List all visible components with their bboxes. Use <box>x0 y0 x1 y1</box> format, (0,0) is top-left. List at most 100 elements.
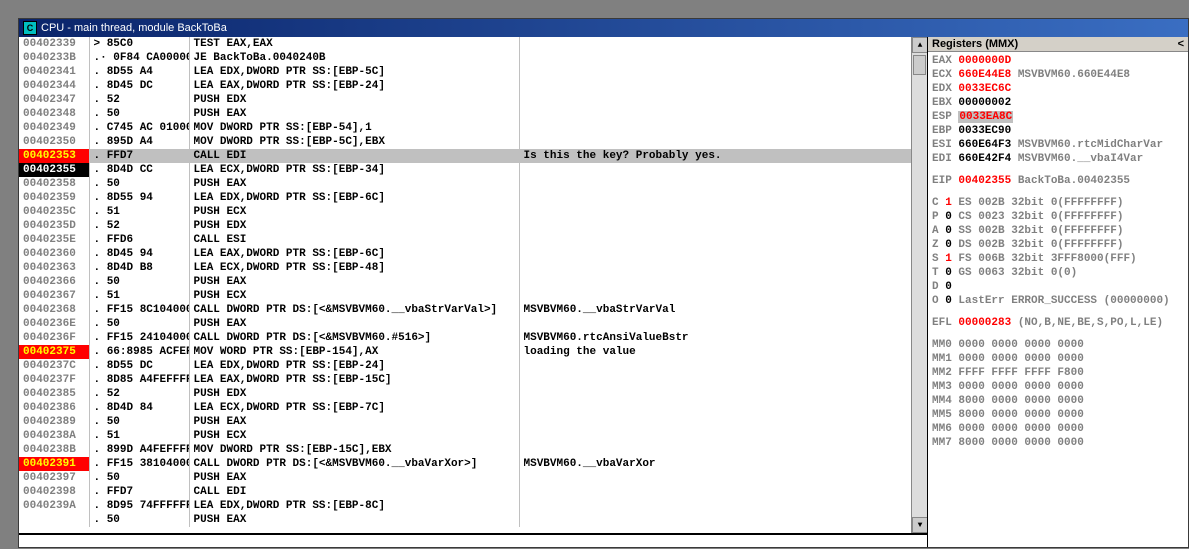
bytes-cell: . FFD7 <box>89 149 189 163</box>
disasm-row[interactable]: 00402397. 50PUSH EAX <box>19 471 927 485</box>
disasm-row[interactable]: 00402349. C745 AC 01000MOV DWORD PTR SS:… <box>19 121 927 135</box>
disasm-row[interactable]: 0040236F. FF15 24104000CALL DWORD PTR DS… <box>19 331 927 345</box>
registers-body[interactable]: EAX 0000000DECX 660E44E8 MSVBVM60.660E44… <box>928 52 1188 452</box>
disasm-row[interactable]: 0040237F. 8D85 A4FEFFFFLEA EAX,DWORD PTR… <box>19 373 927 387</box>
disasm-row[interactable]: 00402363. 8D4D B8LEA ECX,DWORD PTR SS:[E… <box>19 261 927 275</box>
instruction-cell: PUSH EAX <box>189 177 519 191</box>
disasm-row[interactable]: . 50PUSH EAX <box>19 513 927 527</box>
disasm-row[interactable]: 00402358. 50PUSH EAX <box>19 177 927 191</box>
register-line[interactable]: EDI 660E42F4 MSVBVM60.__vbaI4Var <box>932 152 1184 166</box>
disasm-row[interactable]: 00402339> 85C0TEST EAX,EAX <box>19 37 927 51</box>
register-line[interactable]: MM0 0000 0000 0000 0000 <box>932 338 1184 352</box>
address-cell: 00402360 <box>19 247 89 261</box>
registers-pane: Registers (MMX) < EAX 0000000DECX 660E44… <box>928 37 1188 547</box>
titlebar[interactable]: C CPU - main thread, module BackToBa <box>19 19 1188 37</box>
comment-cell <box>519 51 927 65</box>
instruction-cell: CALL EDI <box>189 485 519 499</box>
scroll-down-icon[interactable]: ▼ <box>912 517 927 533</box>
register-line[interactable]: T 0 GS 0063 32bit 0(0) <box>932 266 1184 280</box>
disasm-row[interactable]: 00402353. FFD7CALL EDIIs this the key? P… <box>19 149 927 163</box>
disasm-row[interactable]: 00402341. 8D55 A4LEA EDX,DWORD PTR SS:[E… <box>19 65 927 79</box>
comment-cell: MSVBVM60.__vbaStrVarVal <box>519 303 927 317</box>
register-line[interactable]: ESI 660E64F3 MSVBVM60.rtcMidCharVar <box>932 138 1184 152</box>
disasm-row[interactable]: 00402350. 895D A4MOV DWORD PTR SS:[EBP-5… <box>19 135 927 149</box>
address-cell: 00402385 <box>19 387 89 401</box>
disasm-row[interactable]: 0040235D. 52PUSH EDX <box>19 219 927 233</box>
comment-cell <box>519 177 927 191</box>
register-line[interactable]: MM2 FFFF FFFF FFFF F800 <box>932 366 1184 380</box>
register-line[interactable]: S 1 FS 006B 32bit 3FFF8000(FFF) <box>932 252 1184 266</box>
register-line[interactable]: EDX 0033EC6C <box>932 82 1184 96</box>
comment-cell <box>519 513 927 527</box>
bytes-cell: . 8D45 DC <box>89 79 189 93</box>
instruction-cell: PUSH EAX <box>189 513 519 527</box>
register-line[interactable]: D 0 <box>932 280 1184 294</box>
register-line[interactable]: O 0 LastErr ERROR_SUCCESS (00000000) <box>932 294 1184 308</box>
disasm-row[interactable]: 00402344. 8D45 DCLEA EAX,DWORD PTR SS:[E… <box>19 79 927 93</box>
address-cell: 00402344 <box>19 79 89 93</box>
bytes-cell: . 50 <box>89 415 189 429</box>
register-line[interactable]: MM3 0000 0000 0000 0000 <box>932 380 1184 394</box>
disasm-row[interactable]: 00402366. 50PUSH EAX <box>19 275 927 289</box>
disasm-row[interactable]: 00402385. 52PUSH EDX <box>19 387 927 401</box>
disasm-row[interactable]: 0040233B.∙ 0F84 CA000000JE BackToBa.0040… <box>19 51 927 65</box>
comment-cell <box>519 429 927 443</box>
disasm-row[interactable]: 0040238A. 51PUSH ECX <box>19 429 927 443</box>
register-line[interactable]: EIP 00402355 BackToBa.00402355 <box>932 174 1184 188</box>
bytes-cell: . FF15 8C104000 <box>89 303 189 317</box>
register-line[interactable]: ESP 0033EA8C <box>932 110 1184 124</box>
register-line[interactable]: EBX 00000002 <box>932 96 1184 110</box>
disasm-row[interactable]: 00402391. FF15 38104000CALL DWORD PTR DS… <box>19 457 927 471</box>
disasm-row[interactable]: 00402375. 66:8985 ACFEFMOV WORD PTR SS:[… <box>19 345 927 359</box>
disasm-row[interactable]: 0040236E. 50PUSH EAX <box>19 317 927 331</box>
address-cell: 00402355 <box>19 163 89 177</box>
collapse-icon[interactable]: < <box>1178 38 1184 50</box>
instruction-cell: MOV DWORD PTR SS:[EBP-54],1 <box>189 121 519 135</box>
comment-cell <box>519 107 927 121</box>
register-line[interactable]: MM6 0000 0000 0000 0000 <box>932 422 1184 436</box>
register-line[interactable]: MM5 8000 0000 0000 0000 <box>932 408 1184 422</box>
register-line[interactable]: MM4 8000 0000 0000 0000 <box>932 394 1184 408</box>
bytes-cell: . 51 <box>89 289 189 303</box>
disasm-row[interactable]: 00402359. 8D55 94LEA EDX,DWORD PTR SS:[E… <box>19 191 927 205</box>
address-cell: 00402398 <box>19 485 89 499</box>
disasm-row[interactable]: 00402367. 51PUSH ECX <box>19 289 927 303</box>
register-line[interactable]: MM7 8000 0000 0000 0000 <box>932 436 1184 450</box>
disasm-row[interactable]: 00402389. 50PUSH EAX <box>19 415 927 429</box>
register-line[interactable]: EBP 0033EC90 <box>932 124 1184 138</box>
register-line[interactable]: MM1 0000 0000 0000 0000 <box>932 352 1184 366</box>
disasm-row[interactable]: 00402355. 8D4D CCLEA ECX,DWORD PTR SS:[E… <box>19 163 927 177</box>
scroll-up-icon[interactable]: ▲ <box>912 37 927 53</box>
bytes-cell: . 51 <box>89 429 189 443</box>
disasm-row[interactable]: 00402348. 50PUSH EAX <box>19 107 927 121</box>
address-cell: 0040239A <box>19 499 89 513</box>
disasm-row[interactable]: 0040235E. FFD6CALL ESI <box>19 233 927 247</box>
address-cell: 0040235E <box>19 233 89 247</box>
registers-header[interactable]: Registers (MMX) < <box>928 37 1188 52</box>
register-line[interactable]: EFL 00000283 (NO,B,NE,BE,S,PO,L,LE) <box>932 316 1184 330</box>
disasm-row[interactable]: 0040238B. 899D A4FEFFFFMOV DWORD PTR SS:… <box>19 443 927 457</box>
comment-cell <box>519 499 927 513</box>
disasm-row[interactable]: 00402347. 52PUSH EDX <box>19 93 927 107</box>
disasm-row[interactable]: 00402386. 8D4D 84LEA ECX,DWORD PTR SS:[E… <box>19 401 927 415</box>
register-line[interactable]: Z 0 DS 002B 32bit 0(FFFFFFFF) <box>932 238 1184 252</box>
disasm-row[interactable]: 00402360. 8D45 94LEA EAX,DWORD PTR SS:[E… <box>19 247 927 261</box>
register-line[interactable]: A 0 SS 002B 32bit 0(FFFFFFFF) <box>932 224 1184 238</box>
register-line[interactable]: EAX 0000000D <box>932 54 1184 68</box>
disasm-row[interactable]: 0040239A. 8D95 74FFFFFFLEA EDX,DWORD PTR… <box>19 499 927 513</box>
register-line[interactable]: P 0 CS 0023 32bit 0(FFFFFFFF) <box>932 210 1184 224</box>
register-line[interactable]: C 1 ES 002B 32bit 0(FFFFFFFF) <box>932 196 1184 210</box>
bytes-cell: . 52 <box>89 93 189 107</box>
instruction-cell: PUSH EDX <box>189 93 519 107</box>
disasm-row[interactable]: 0040235C. 51PUSH ECX <box>19 205 927 219</box>
instruction-cell: CALL ESI <box>189 233 519 247</box>
address-cell: 00402397 <box>19 471 89 485</box>
comment-cell: MSVBVM60.__vbaVarXor <box>519 457 927 471</box>
vertical-scrollbar[interactable]: ▲ ▼ <box>911 37 927 533</box>
disasm-row[interactable]: 00402368. FF15 8C104000CALL DWORD PTR DS… <box>19 303 927 317</box>
register-line[interactable]: ECX 660E44E8 MSVBVM60.660E44E8 <box>932 68 1184 82</box>
disassembly-table[interactable]: 00402339> 85C0TEST EAX,EAX0040233B.∙ 0F8… <box>19 37 927 527</box>
disasm-row[interactable]: 0040237C. 8D55 DCLEA EDX,DWORD PTR SS:[E… <box>19 359 927 373</box>
scroll-thumb[interactable] <box>913 55 926 75</box>
disasm-row[interactable]: 00402398. FFD7CALL EDI <box>19 485 927 499</box>
